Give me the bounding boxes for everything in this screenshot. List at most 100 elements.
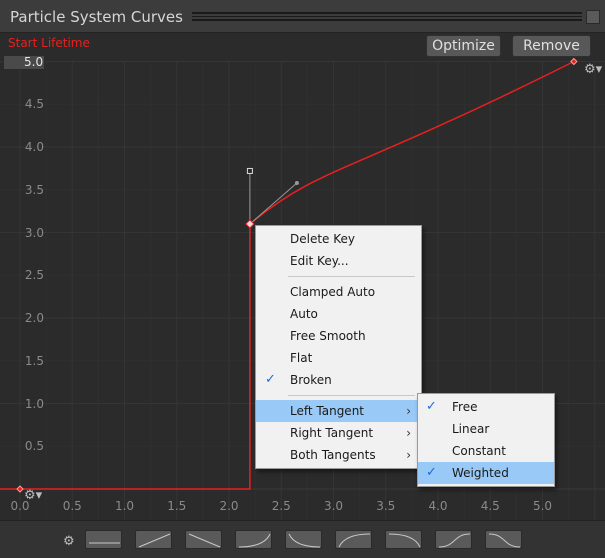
menu-item-label: Delete Key bbox=[290, 232, 355, 246]
curve-key bbox=[16, 485, 24, 493]
curve-key bbox=[570, 57, 578, 66]
menu-item-label: Flat bbox=[290, 351, 313, 365]
curve-preset-icon bbox=[89, 542, 120, 544]
preset-curve-shape bbox=[138, 533, 171, 548]
window-title: Particle System Curves bbox=[10, 8, 183, 26]
submenu-item-weighted[interactable]: ✓ Weighted bbox=[418, 462, 554, 484]
settings-gear-icon[interactable]: ⚙▾ bbox=[584, 63, 602, 76]
curve-preset-icon bbox=[388, 533, 421, 548]
curve-preset-button[interactable] bbox=[235, 530, 272, 549]
curve-preset-button[interactable] bbox=[85, 530, 122, 549]
menu-item-label: Free Smooth bbox=[290, 329, 366, 343]
curve-preset-icon bbox=[238, 533, 271, 548]
menu-item-label: Constant bbox=[452, 444, 506, 458]
menu-item-clamped-auto[interactable]: Clamped Auto bbox=[256, 281, 421, 303]
max-value-field[interactable]: 5.0 bbox=[3, 55, 45, 70]
chevron-right-icon: › bbox=[406, 404, 411, 418]
preset-curve-shape bbox=[438, 533, 471, 548]
window-titlebar[interactable]: Particle System Curves bbox=[0, 0, 605, 33]
menu-separator bbox=[288, 276, 415, 277]
menu-item-label: Linear bbox=[452, 422, 490, 436]
x-tick-label: 1.5 bbox=[167, 499, 187, 513]
menu-item-both-tangents[interactable]: Both Tangents › bbox=[256, 444, 421, 466]
curve-preset-icon bbox=[188, 533, 221, 548]
y-tick-label: 1.5 bbox=[24, 353, 44, 368]
window-menu-button[interactable] bbox=[586, 10, 600, 24]
menu-item-label: Free bbox=[452, 400, 478, 414]
y-tick-label: 4.5 bbox=[24, 97, 44, 112]
preset-curve-shape bbox=[388, 533, 421, 548]
curve-preset-icon bbox=[338, 533, 371, 548]
curve-preset-button[interactable] bbox=[135, 530, 172, 549]
y-tick-label: 2.5 bbox=[24, 268, 44, 283]
x-tick-label: 1.0 bbox=[114, 499, 135, 513]
x-tick-label: 4.0 bbox=[428, 499, 448, 513]
x-tick-label: 5.0 bbox=[532, 499, 553, 513]
y-tick-label: 2.0 bbox=[24, 311, 44, 325]
checkmark-icon: ✓ bbox=[265, 372, 276, 387]
menu-item-label: Weighted bbox=[452, 466, 509, 480]
curve-preset-icon bbox=[438, 533, 471, 548]
remove-button[interactable]: Remove bbox=[512, 35, 591, 57]
tangent-handle bbox=[294, 180, 299, 185]
checkmark-icon: ✓ bbox=[426, 465, 437, 480]
menu-item-label: Clamped Auto bbox=[290, 285, 376, 299]
x-tick-label: 2.0 bbox=[219, 499, 239, 513]
curve-preset-button[interactable] bbox=[485, 530, 522, 549]
x-tick-label: 3.5 bbox=[376, 499, 396, 513]
chevron-right-icon: › bbox=[406, 426, 411, 440]
curve-preset-button[interactable] bbox=[285, 530, 322, 549]
y-tick-label: 3.5 bbox=[24, 182, 44, 197]
x-tick-label: 2.5 bbox=[271, 499, 291, 513]
curve-name-label: Start Lifetime bbox=[8, 36, 90, 50]
curve-preset-button[interactable] bbox=[435, 530, 472, 549]
checkmark-icon: ✓ bbox=[426, 399, 437, 414]
menu-item-label: Edit Key... bbox=[290, 254, 349, 268]
tangent-handle-weighted bbox=[246, 167, 253, 174]
submenu-item-free[interactable]: ✓ Free bbox=[418, 396, 554, 418]
menu-item-free-smooth[interactable]: Free Smooth bbox=[256, 325, 421, 347]
submenu-item-constant[interactable]: Constant bbox=[418, 440, 554, 462]
curve-preset-icon bbox=[138, 533, 171, 548]
drag-handle[interactable] bbox=[192, 12, 582, 21]
key-context-menu[interactable]: Delete Key Edit Key... Clamped Auto Auto Fre… bbox=[255, 225, 422, 469]
menu-item-auto[interactable]: Auto bbox=[256, 303, 421, 325]
curve-preset-icon bbox=[288, 533, 321, 548]
preset-curve-shape bbox=[338, 533, 371, 548]
menu-item-edit-key[interactable]: Edit Key... bbox=[256, 250, 421, 272]
menu-item-label: Auto bbox=[290, 307, 318, 321]
preset-curve-shape bbox=[488, 533, 521, 548]
preset-curve-shape bbox=[188, 533, 221, 548]
menu-item-label: Both Tangents bbox=[290, 448, 376, 462]
optimize-button[interactable]: Optimize bbox=[426, 35, 501, 57]
menu-separator bbox=[288, 395, 415, 396]
x-tick-label: 0.5 bbox=[62, 499, 82, 513]
menu-item-right-tangent[interactable]: Right Tangent › bbox=[256, 422, 421, 444]
menu-item-delete-key[interactable]: Delete Key bbox=[256, 228, 421, 250]
preset-curve-shape bbox=[288, 533, 321, 548]
presets-bar: ⚙ bbox=[0, 520, 605, 558]
y-tick-label: 3.0 bbox=[24, 225, 44, 240]
y-tick-label: 1.0 bbox=[24, 396, 44, 411]
curve-preset-icon bbox=[488, 533, 521, 548]
menu-item-label: Right Tangent bbox=[290, 426, 374, 440]
submenu-item-linear[interactable]: Linear bbox=[418, 418, 554, 440]
y-tick-label: 4.0 bbox=[24, 140, 44, 154]
x-tick-label: 4.5 bbox=[480, 499, 500, 513]
gear-icon[interactable]: ⚙ bbox=[63, 535, 75, 548]
chevron-right-icon: › bbox=[406, 448, 411, 462]
curve-preset-button[interactable] bbox=[385, 530, 422, 549]
x-tick-label: 0.0 bbox=[10, 499, 30, 513]
menu-item-flat[interactable]: Flat bbox=[256, 347, 421, 369]
preset-curve-shape bbox=[238, 533, 271, 548]
tangent-line-right bbox=[249, 182, 298, 225]
menu-item-label: Left Tangent bbox=[290, 404, 365, 418]
curve-preset-button[interactable] bbox=[335, 530, 372, 549]
menu-item-broken[interactable]: ✓ Broken bbox=[256, 369, 421, 391]
curve-preset-button[interactable] bbox=[185, 530, 222, 549]
x-tick-label: 3.0 bbox=[323, 499, 344, 513]
menu-item-left-tangent[interactable]: Left Tangent › bbox=[256, 400, 421, 422]
tangent-submenu[interactable]: ✓ Free Linear Constant ✓ Weighted bbox=[417, 393, 555, 487]
y-tick-label: 0.5 bbox=[24, 439, 44, 454]
menu-item-label: Broken bbox=[290, 373, 332, 387]
